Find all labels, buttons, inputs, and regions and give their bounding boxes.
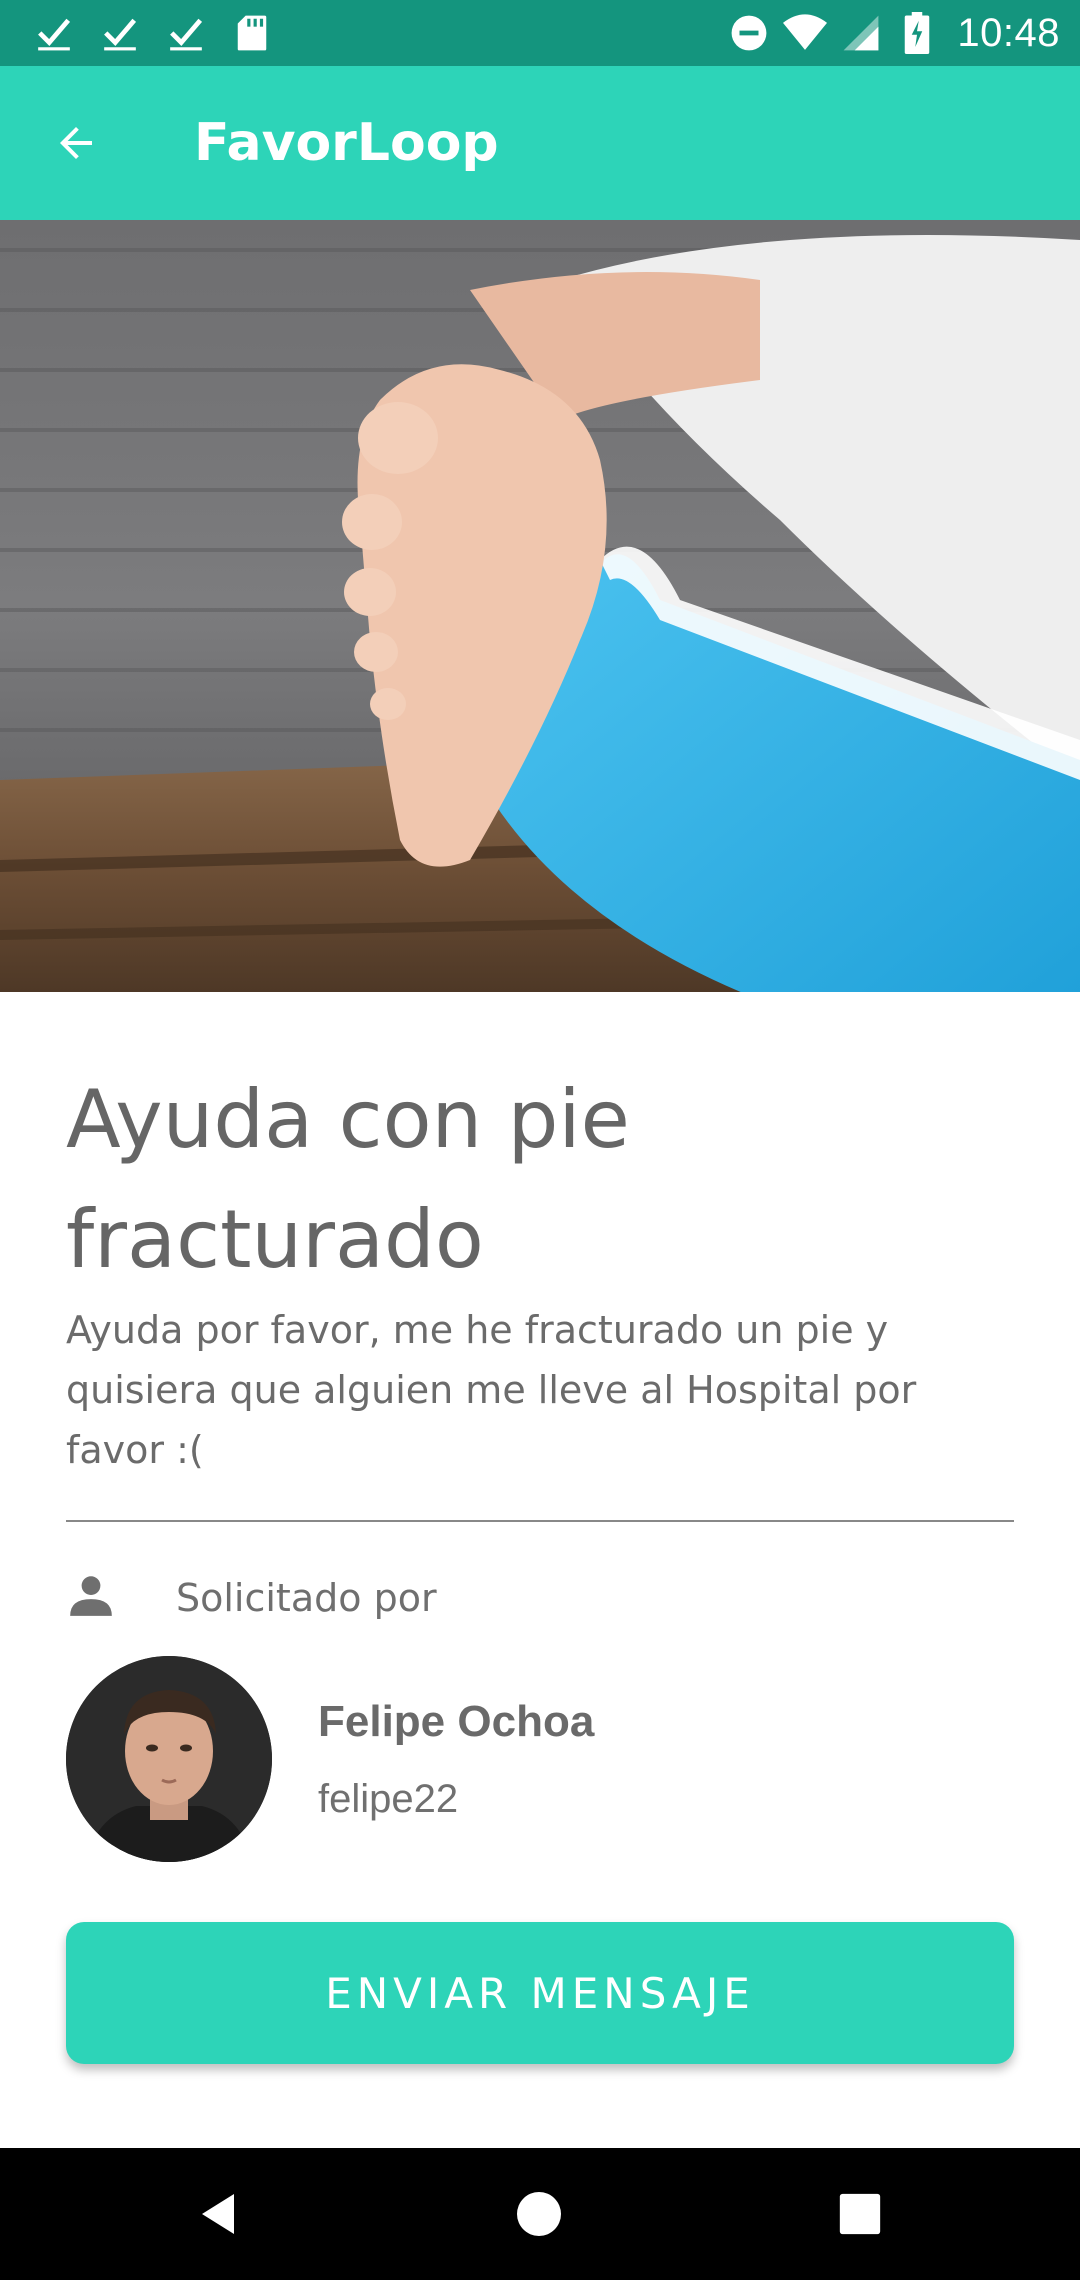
request-content: Ayuda con pie fracturado Ayuda por favor… — [66, 1060, 1014, 1480]
app-title: FavorLoop — [194, 113, 499, 173]
request-title: Ayuda con pie fracturado — [66, 1060, 1014, 1300]
nav-recents-button[interactable] — [815, 2169, 905, 2259]
request-title-line1: Ayuda con pie — [66, 1073, 630, 1166]
status-left — [32, 11, 274, 55]
signal-icon — [839, 11, 883, 55]
navigation-bar — [0, 2148, 1080, 2280]
divider — [66, 1520, 1014, 1522]
app-bar: FavorLoop — [0, 66, 1080, 220]
clock: 10:48 — [957, 10, 1060, 55]
avatar[interactable] — [66, 1656, 272, 1862]
do-not-disturb-icon — [727, 11, 771, 55]
nav-back-icon — [202, 2194, 234, 2234]
nav-back-button[interactable] — [175, 2169, 265, 2259]
status-bar: 10:48 — [0, 0, 1080, 66]
check-icon — [32, 11, 76, 55]
nav-home-button[interactable] — [494, 2169, 584, 2259]
status-right: 10:48 — [727, 11, 1060, 56]
sd-card-icon — [230, 11, 274, 55]
check-icon — [98, 11, 142, 55]
requester-info: Felipe Ochoa felipe22 — [318, 1697, 594, 1822]
request-title-line2: fracturado — [66, 1193, 484, 1286]
requested-by-label: Solicitado por — [176, 1575, 437, 1620]
requester-profile[interactable]: Felipe Ochoa felipe22 — [66, 1656, 594, 1862]
send-message-button[interactable]: ENVIAR MENSAJE — [66, 1922, 1014, 2064]
arrow-back-icon — [60, 127, 92, 159]
nav-home-icon — [517, 2192, 561, 2236]
hero-image — [0, 220, 1080, 992]
person-icon — [66, 1570, 116, 1625]
wifi-icon — [783, 11, 828, 55]
request-description: Ayuda por favor, me he fracturado un pie… — [66, 1308, 917, 1472]
check-icon — [164, 11, 208, 55]
requester-username: felipe22 — [318, 1776, 459, 1821]
back-button[interactable] — [36, 103, 116, 183]
battery-charging-icon — [895, 11, 939, 55]
requester-name: Felipe Ochoa — [318, 1696, 595, 1746]
nav-recents-icon — [839, 2193, 881, 2235]
requested-by-row: Solicitado por — [66, 1570, 437, 1625]
